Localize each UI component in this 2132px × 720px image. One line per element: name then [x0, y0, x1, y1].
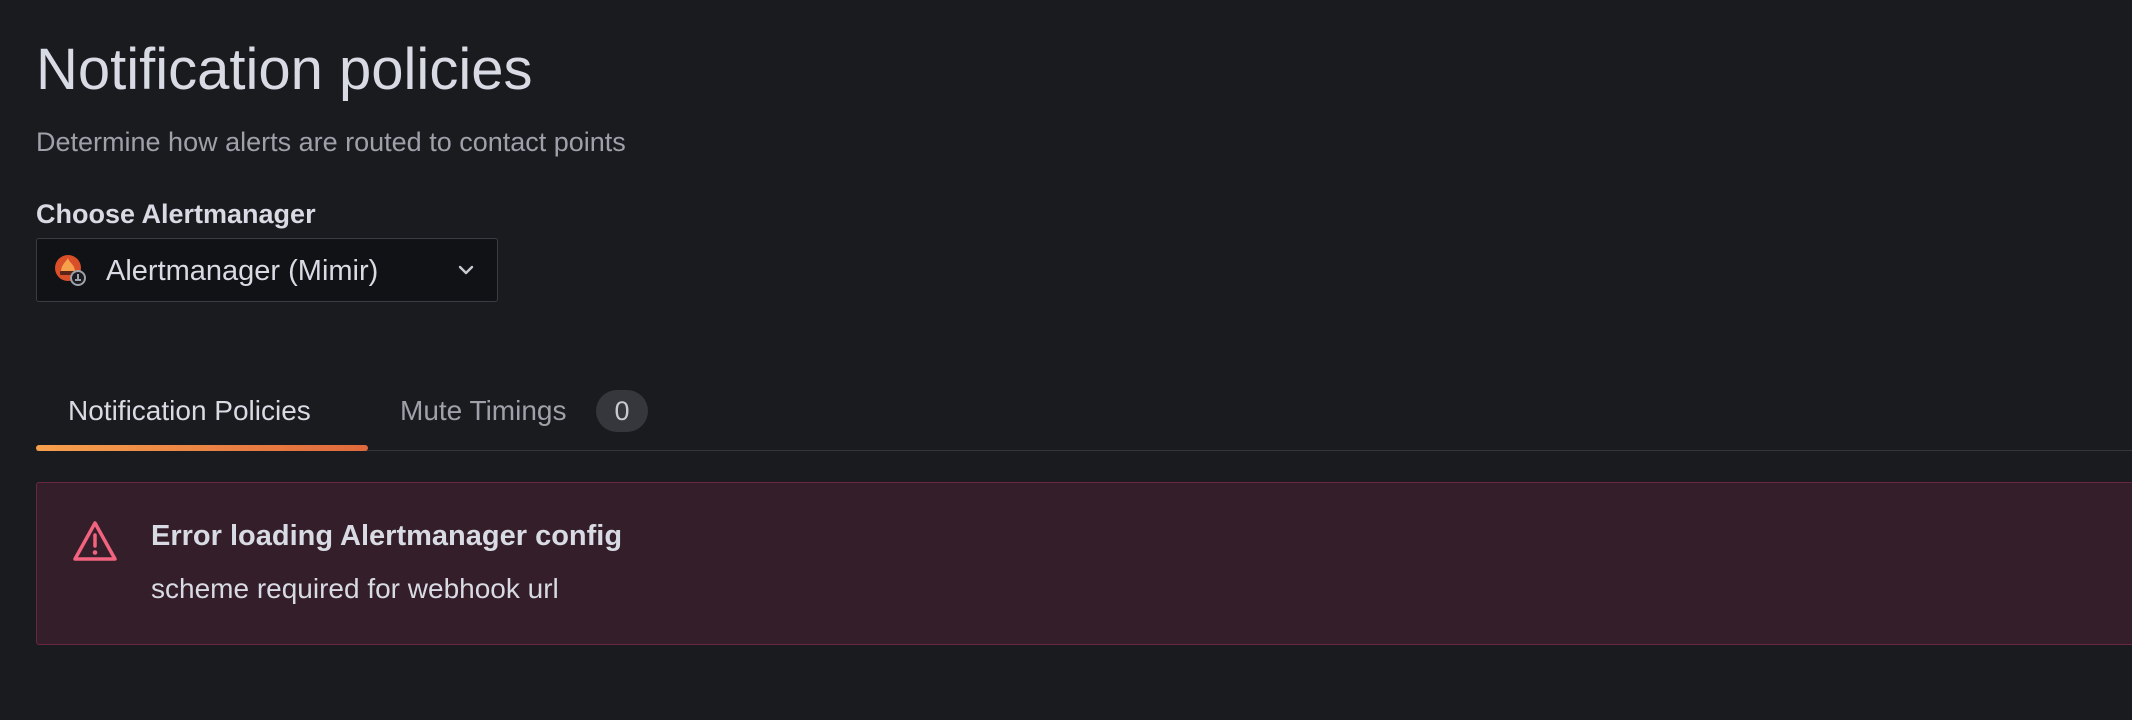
active-tab-indicator [36, 445, 368, 451]
notification-policies-page: Notification policies Determine how aler… [0, 0, 2132, 720]
alertmanager-select-label: Choose Alertmanager [36, 199, 316, 229]
alertmanager-select[interactable]: Alertmanager (Mimir) [36, 238, 498, 302]
exclamation-triangle-icon [71, 519, 119, 563]
tab-label: Mute Timings [400, 395, 567, 426]
error-alert: Error loading Alertmanager config scheme… [36, 482, 2132, 645]
mimir-alertmanager-logo-icon [53, 253, 87, 287]
tab-mute-timings[interactable]: Mute Timings 0 [400, 378, 686, 450]
page-title: Notification policies [36, 37, 533, 102]
mute-timings-counter-badge: 0 [596, 390, 648, 432]
tab-notification-policies[interactable]: Notification Policies [36, 378, 368, 451]
error-title: Error loading Alertmanager config [151, 520, 623, 552]
page-subtitle: Determine how alerts are routed to conta… [36, 127, 626, 157]
alertmanager-selected-value: Alertmanager (Mimir) [106, 255, 379, 287]
chevron-down-icon [457, 263, 475, 277]
tab-label: Notification Policies [68, 395, 311, 426]
tabs-bar: Notification Policies Mute Timings 0 [36, 378, 2132, 451]
error-message: scheme required for webhook url [151, 573, 559, 604]
